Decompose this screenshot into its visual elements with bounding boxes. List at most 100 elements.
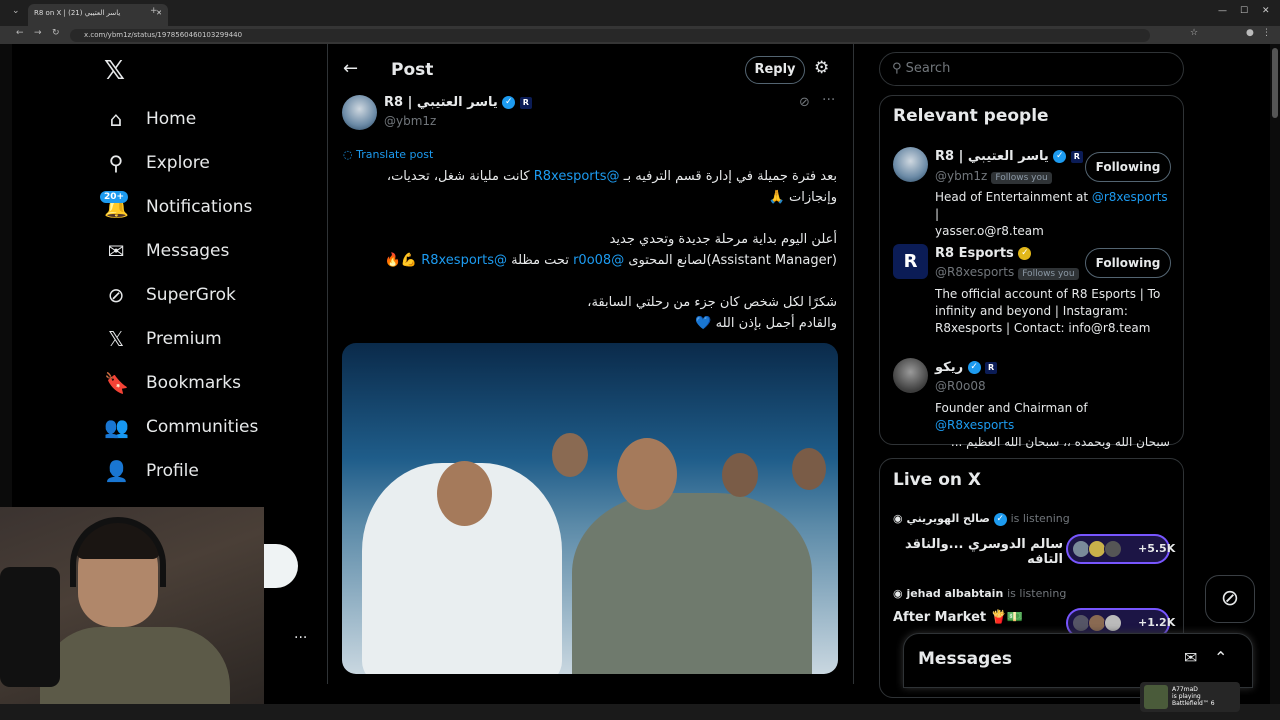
sidebar-item-supergrok[interactable]: ⊘ SuperGrok [104,281,236,309]
close-window-icon[interactable]: ✕ [1262,6,1270,16]
headset-shape [70,517,166,587]
verified-badge-icon: ✓ [1053,150,1067,163]
sidebar-item-communities[interactable]: 👥 Communities [104,413,258,441]
follows-you-badge: Follows you [1018,268,1079,280]
photo-face-back [552,433,588,477]
minimize-icon[interactable]: — [1218,6,1227,16]
new-tab-icon[interactable]: + [150,6,158,16]
tweet-text: (Assistant Manager)لصانع المحتوى [624,253,837,268]
tweet-paragraph-2: أعلن اليوم بداية مرحلة جديدة وتحدي جديد … [337,229,837,271]
mention-link[interactable]: @R8xesports [534,169,620,184]
verified-badge-icon: ✓ [967,361,981,374]
x-icon: 𝕏 [107,327,125,351]
person-name-row[interactable]: ريكو ✓ R [935,360,998,375]
sidebar-item-messages[interactable]: ✉ Messages [104,237,230,265]
back-nav-icon[interactable]: ← [16,28,24,38]
translate-post-link[interactable]: ◌ Translate post [343,148,433,161]
bio-line: The official account of R8 Esports | To [935,287,1161,301]
space-listeners-pill[interactable]: +5.5K [1066,534,1175,564]
sliders-icon[interactable]: ⚙ [814,58,829,78]
space-host-row[interactable]: ◉ jehad albabtain is listening [893,587,1066,600]
person-name-row[interactable]: R8 | ياسر العتيبي ✓ R [935,149,1083,164]
listener-avatar [1104,614,1122,632]
tab-title: R8 on X | ياسر العتيبي (21) [34,9,121,17]
author-handle[interactable]: @ybm1z [384,114,436,128]
author-name-row[interactable]: R8 | ياسر العتيبي ✓ R [384,95,532,110]
webcam-overlay [0,507,264,711]
host-status: is listening [1010,512,1070,525]
avatar[interactable] [893,358,928,393]
tab-search-icon[interactable]: ⌄ [12,6,20,16]
new-message-icon[interactable]: ✉ [1184,648,1197,667]
forward-nav-icon[interactable]: → [34,28,42,38]
tweet-line: شكرًا لكل شخص كان جزء من رحلتي السابقة، [587,295,837,310]
people-icon: 👥 [104,415,129,439]
page-scrollbar[interactable] [1270,44,1280,704]
sidebar-item-explore[interactable]: ⚲ Explore [104,149,210,177]
person-name-row[interactable]: R8 Esports ✓ [935,246,1032,261]
messages-drawer[interactable]: Messages ✉ ⌃ [903,633,1253,688]
grok-icon[interactable]: ⊘ [799,95,810,110]
person-handle-row: @ybm1z Follows you [935,169,1052,184]
account-more-icon[interactable]: ··· [294,630,307,646]
space-host-row[interactable]: ◉ صالح الهويريني ✓ is listening [893,512,1070,526]
reply-button[interactable]: Reply [745,56,805,84]
game-name: Battlefield™ 6 [1172,700,1215,707]
mention-link[interactable]: @R8xesports [935,418,1014,432]
back-arrow-icon[interactable]: ← [343,58,358,79]
r8-affiliate-icon: R [985,361,998,374]
reload-icon[interactable]: ↻ [52,28,60,38]
browser-tab[interactable]: R8 on X | ياسر العتيبي (21) ✕ [28,4,168,26]
expand-up-icon[interactable]: ⌃ [1214,648,1227,667]
globe-icon: ◌ [343,148,357,161]
address-bar[interactable]: x.com/ybm1z/status/1978560460103299440 [70,29,1150,42]
browser-toolbar: ← → ↻ x.com/ybm1z/status/197856046010329… [0,26,1280,44]
mention-link[interactable]: @r8xesports [1092,190,1168,204]
sidebar-item-profile[interactable]: 👤 Profile [104,457,199,485]
sidebar-item-home[interactable]: ⌂ Home [104,105,197,133]
messages-drawer-title: Messages [918,649,1012,669]
tweet-text: كانت مليانة شغل، تحديات، [386,169,534,184]
person-name: ريكو [935,360,964,375]
bookmark-star-icon[interactable]: ☆ [1190,28,1198,38]
space-title[interactable]: After Market 🍟💵 [893,610,1023,625]
sidebar-item-premium[interactable]: 𝕏 Premium [104,325,222,353]
search-icon: ⚲ [892,61,906,76]
x-logo-icon[interactable]: 𝕏 [104,56,125,86]
following-button[interactable]: Following [1085,152,1171,182]
relevant-people-title: Relevant people [893,106,1049,126]
maximize-icon[interactable]: ☐ [1240,6,1248,16]
avatar[interactable] [893,147,928,182]
person-handle: @ybm1z [935,169,988,183]
sidebar-item-label: Profile [146,461,199,481]
person-bio: Head of Entertainment at @r8xesports | y… [935,189,1170,240]
post-button[interactable] [262,544,298,588]
profile-avatar-icon[interactable]: ● [1246,28,1254,38]
bio-text: Head of Entertainment at [935,190,1092,204]
sidebar-item-label: Notifications [146,197,253,217]
post-photo[interactable] [342,343,838,674]
r8-esports-logo-icon[interactable]: R [893,244,928,279]
verified-badge-icon: ✓ [993,512,1007,526]
host-name: jehad albabtain [906,587,1004,600]
column-divider [327,44,328,684]
following-button[interactable]: Following [1085,248,1171,278]
menu-icon[interactable]: ⋮ [1262,28,1271,38]
listener-count: +5.5K [1138,542,1176,555]
host-name: صالح الهويريني [906,512,990,525]
mention-link[interactable]: @r0o08 [573,253,624,268]
sidebar-item-bookmarks[interactable]: 🔖 Bookmarks [104,369,241,397]
space-title[interactable]: سالم الدوسري ...والناقد التافه [893,537,1063,567]
more-options-icon[interactable]: ··· [822,92,835,108]
search-input[interactable]: ⚲ Search [879,52,1184,86]
mention-link[interactable]: @R8xesports [421,253,507,268]
bio-line: infinity and beyond | Instagram: [935,304,1128,318]
tweet-line: بعد فترة جميلة في إدارة قسم الترفيه بـ @… [337,166,837,187]
sidebar-item-label: Communities [146,417,259,437]
author-avatar[interactable] [342,95,377,130]
scrollbar-thumb[interactable] [1272,48,1278,118]
grok-fab-icon[interactable]: ⊘ [1205,575,1255,623]
game-avatar-icon [1144,685,1168,709]
person-name: R8 Esports [935,246,1014,261]
bio-line: yasser.o@r8.team [935,224,1044,238]
